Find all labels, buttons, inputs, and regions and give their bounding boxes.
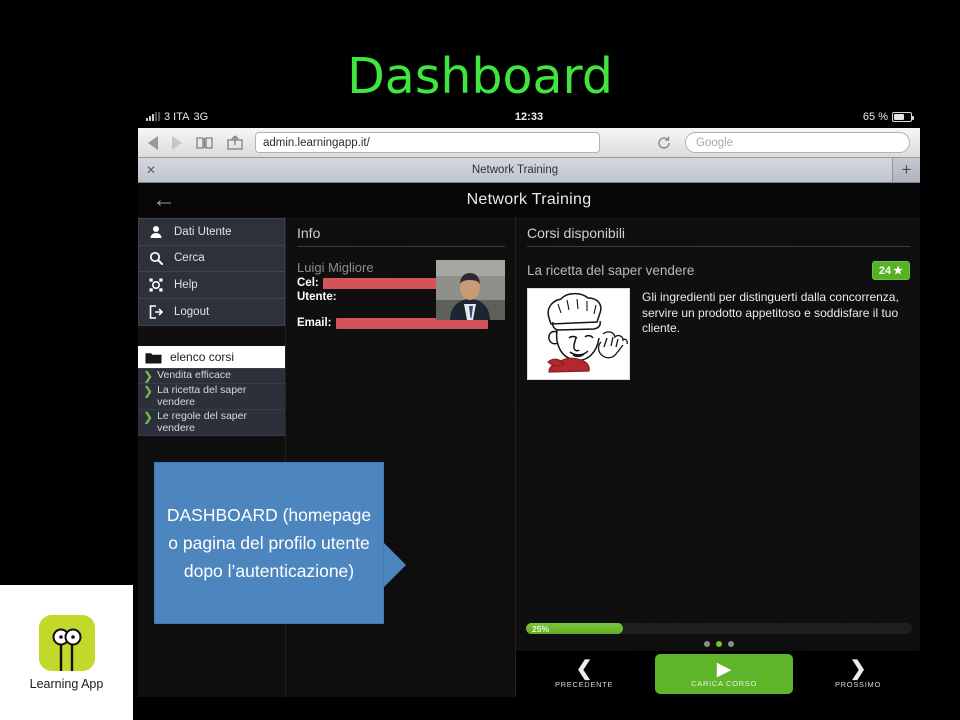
- app-header: ← Network Training: [138, 183, 920, 217]
- clock-label: 12:33: [514, 110, 544, 123]
- chevron-right-icon: ❯: [143, 369, 154, 383]
- redacted-value: [322, 277, 437, 289]
- play-icon: ▶: [716, 659, 732, 680]
- user-icon: [147, 225, 165, 239]
- sidebar-item-label: Help: [174, 278, 198, 291]
- url-bar[interactable]: admin.learningapp.it/: [255, 132, 600, 153]
- selected-course-detail: Gli ingredienti per distinguerti dalla c…: [527, 288, 910, 380]
- pagination-dot[interactable]: [728, 641, 734, 647]
- pagination-dot[interactable]: [704, 641, 710, 647]
- pagination-dots[interactable]: [526, 641, 912, 647]
- battery-label: 65 %: [862, 110, 888, 123]
- info-panel-title: Info: [297, 225, 505, 247]
- share-icon[interactable]: [227, 135, 243, 150]
- pagination-dot-active[interactable]: [716, 641, 722, 647]
- folder-icon: [145, 351, 162, 364]
- sidebar-item-logout[interactable]: Logout: [139, 299, 284, 326]
- search-input[interactable]: Google: [685, 132, 910, 153]
- courses-folder-header[interactable]: elenco corsi: [138, 346, 285, 368]
- status-badge: 24 ★: [871, 261, 910, 280]
- selected-course-title: La ricetta del saper vendere: [527, 263, 695, 278]
- bottom-nav: ❮ PRECEDENTE ▶ CARICA CORSO ❯ PROSSIMO: [516, 651, 920, 697]
- app-body: Dati Utente Cerca Help Logout elenco cor…: [138, 217, 920, 697]
- arrow-left-icon[interactable]: ←: [152, 188, 176, 212]
- learning-app-eyes-icon: [38, 614, 95, 671]
- reload-icon[interactable]: [654, 133, 673, 152]
- course-label: Vendita efficace: [157, 370, 232, 381]
- chevron-right-icon: ❯: [143, 384, 154, 398]
- progress-fill: 25%: [526, 623, 623, 634]
- course-label: La ricetta del saper vendere: [157, 385, 247, 408]
- page-title: Dashboard: [347, 48, 613, 105]
- sidebar: Dati Utente Cerca Help Logout elenco cor…: [138, 217, 285, 697]
- courses-panel-title: Corsi disponibili: [527, 225, 910, 247]
- next-button[interactable]: ❯ PROSSIMO: [834, 657, 882, 689]
- course-description: Gli ingredienti per distinguerti dalla c…: [642, 290, 899, 335]
- search-placeholder: Google: [696, 136, 734, 149]
- search-icon: [147, 251, 165, 266]
- back-triangle-icon[interactable]: [148, 135, 158, 150]
- logout-icon: [147, 304, 165, 319]
- sidebar-item-help[interactable]: Help: [139, 272, 284, 299]
- info-field-label: Utente:: [297, 291, 337, 303]
- forward-triangle-icon[interactable]: [172, 135, 182, 150]
- progress-track: 25%: [526, 623, 912, 634]
- previous-button[interactable]: ❮ PRECEDENTE: [554, 657, 614, 689]
- load-course-label: CARICA CORSO: [691, 679, 758, 688]
- url-text: admin.learningapp.it/: [263, 136, 370, 149]
- list-item[interactable]: ❯ Vendita efficace: [138, 369, 285, 384]
- list-item[interactable]: ❯ Le regole del saper vendere: [138, 410, 285, 436]
- help-icon: [147, 278, 165, 292]
- status-bar-right: 65 %: [862, 110, 914, 123]
- course-thumbnail: [527, 288, 630, 380]
- browser-tab-bar: ✕ Network Training +: [138, 158, 920, 183]
- sidebar-item-cerca[interactable]: Cerca: [139, 246, 284, 272]
- browser-nav-icons: [148, 135, 243, 150]
- sidebar-item-label: Logout: [174, 305, 210, 318]
- avatar: [436, 260, 505, 320]
- browser-tab[interactable]: ✕ Network Training: [138, 158, 893, 182]
- chevron-left-icon: ❮: [575, 657, 593, 680]
- chevron-right-icon: ❯: [143, 410, 154, 424]
- sidebar-item-label: Cerca: [174, 252, 205, 265]
- sidebar-item-label: Dati Utente: [174, 225, 232, 238]
- browser-toolbar: admin.learningapp.it/ Google: [138, 128, 920, 158]
- slide-root: Dashboard 3 ITA 3G 12:33 65 % admin.lear…: [0, 0, 960, 720]
- status-bar: 3 ITA 3G 12:33 65 %: [138, 105, 920, 128]
- courses-panel: Corsi disponibili La ricetta del saper v…: [515, 217, 920, 697]
- courses-folder-label: elenco corsi: [170, 350, 235, 364]
- info-field-label: Cel:: [297, 277, 319, 289]
- logo-label: Learning App: [29, 676, 104, 691]
- browser-tab-label: Network Training: [471, 164, 559, 176]
- info-panel: Info Luigi Migliore Cel: Utente: Email:: [285, 217, 515, 697]
- info-panel-body: Luigi Migliore Cel: Utente: Email:: [297, 260, 505, 329]
- callout-box: DASHBOARD (homepage o pagina del profilo…: [154, 462, 384, 624]
- logo: Learning App: [0, 585, 133, 720]
- battery-icon: [892, 111, 914, 122]
- callout-text: DASHBOARD (homepage o pagina del profilo…: [166, 505, 372, 581]
- sidebar-course-list: ❯ Vendita efficace ❯ La ricetta del sape…: [138, 368, 285, 436]
- plus-icon[interactable]: +: [893, 158, 920, 182]
- selected-course-header: La ricetta del saper vendere 24 ★: [527, 261, 910, 280]
- info-field-label: Email:: [297, 317, 332, 329]
- course-label: Le regole del saper vendere: [157, 411, 247, 434]
- close-icon[interactable]: ✕: [146, 164, 156, 176]
- course-progress: 25%: [526, 623, 912, 647]
- load-course-button[interactable]: ▶ CARICA CORSO: [655, 654, 794, 694]
- book-icon[interactable]: [196, 136, 213, 150]
- sidebar-menu: Dati Utente Cerca Help Logout: [138, 218, 285, 326]
- app-title: Network Training: [466, 191, 592, 208]
- previous-label: PRECEDENTE: [554, 679, 614, 689]
- next-label: PROSSIMO: [834, 679, 882, 689]
- star-icon: ★: [893, 265, 903, 277]
- callout-tail: [384, 543, 406, 587]
- chevron-right-icon: ❯: [849, 657, 867, 680]
- list-item[interactable]: ❯ La ricetta del saper vendere: [138, 384, 285, 410]
- badge-value: 24: [878, 264, 892, 277]
- sidebar-item-dati-utente[interactable]: Dati Utente: [139, 219, 284, 246]
